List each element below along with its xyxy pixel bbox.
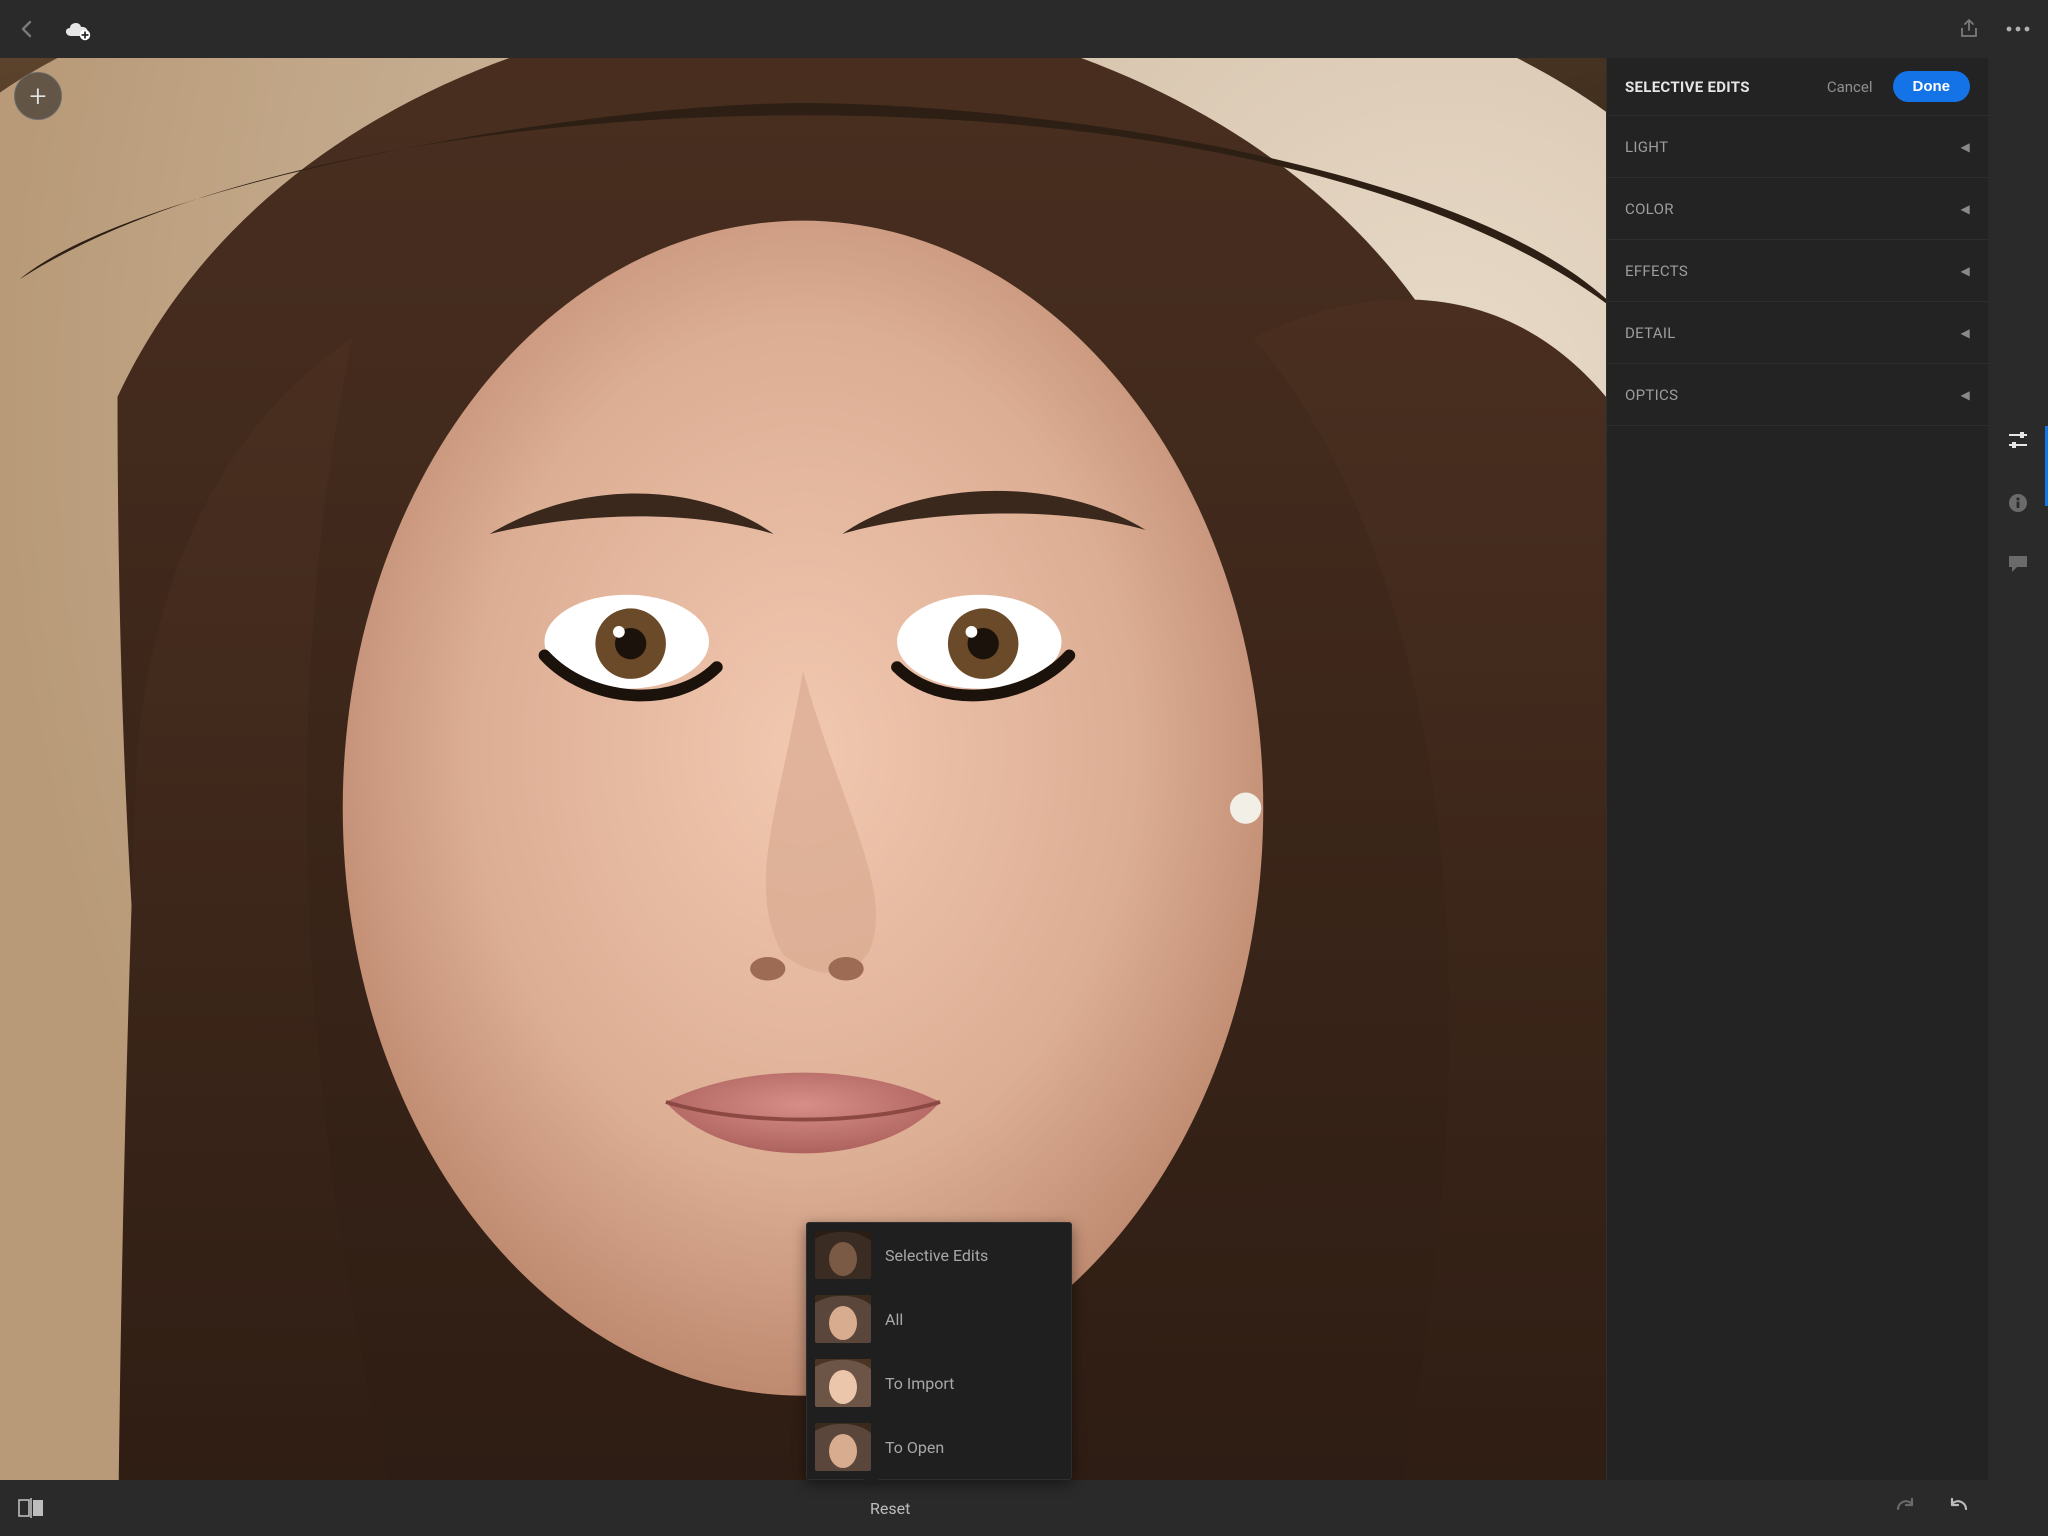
- cloud-add-icon[interactable]: [62, 18, 92, 40]
- section-label: DETAIL: [1625, 324, 1676, 342]
- section-label: OPTICS: [1625, 386, 1678, 404]
- chevron-left-icon: ◀: [1960, 264, 1970, 278]
- more-icon[interactable]: [2006, 26, 2030, 32]
- reset-option-label: To Open: [885, 1438, 944, 1457]
- panel-sections: LIGHT ◀ COLOR ◀ EFFECTS ◀ DETAIL ◀ OPTIC…: [1607, 116, 1988, 1480]
- right-rail: [1988, 58, 2048, 1480]
- section-detail[interactable]: DETAIL ◀: [1607, 302, 1988, 364]
- top-bar: [0, 0, 2048, 58]
- compare-before-after-icon[interactable]: [18, 1498, 44, 1518]
- top-bar-right: [1958, 18, 2030, 40]
- section-label: EFFECTS: [1625, 262, 1688, 280]
- cancel-button[interactable]: Cancel: [1827, 78, 1873, 96]
- reset-option-label: All: [885, 1310, 903, 1329]
- done-button[interactable]: Done: [1893, 71, 1971, 102]
- redo-icon[interactable]: [1894, 1497, 1918, 1519]
- edit-panel: SELECTIVE EDITS Cancel Done LIGHT ◀ COLO…: [1606, 58, 1988, 1480]
- app-root: + SELECTIVE EDITS Cancel Done LIGHT ◀ CO…: [0, 0, 2048, 1536]
- chevron-left-icon: ◀: [1960, 202, 1970, 216]
- bottom-bar: Selective Edits All To Import To Open: [0, 1480, 2048, 1536]
- image-canvas[interactable]: +: [0, 58, 1606, 1480]
- reset-option-selective-edits[interactable]: Selective Edits: [807, 1223, 1071, 1287]
- reset-thumb: [815, 1231, 871, 1279]
- section-optics[interactable]: OPTICS ◀: [1607, 364, 1988, 426]
- reset-menu: Selective Edits All To Import To Open: [806, 1222, 1072, 1480]
- reset-option-to-open[interactable]: To Open: [807, 1415, 1071, 1479]
- add-selection-button[interactable]: +: [14, 72, 62, 120]
- reset-thumb: [815, 1295, 871, 1343]
- section-label: COLOR: [1625, 200, 1674, 218]
- adjust-sliders-icon[interactable]: [2006, 428, 2030, 456]
- chevron-left-icon: ◀: [1960, 140, 1970, 154]
- reset-button[interactable]: Reset: [870, 1499, 910, 1518]
- section-effects[interactable]: EFFECTS ◀: [1607, 240, 1988, 302]
- reset-option-label: To Import: [885, 1374, 954, 1393]
- comments-icon[interactable]: [2007, 554, 2029, 578]
- panel-title: SELECTIVE EDITS: [1625, 78, 1750, 96]
- section-label: LIGHT: [1625, 138, 1668, 156]
- chevron-left-icon: ◀: [1960, 388, 1970, 402]
- reset-thumb: [815, 1359, 871, 1407]
- top-bar-left: [18, 18, 92, 40]
- panel-header: SELECTIVE EDITS Cancel Done: [1607, 58, 1988, 116]
- footer-right: [1894, 1497, 1970, 1519]
- undo-icon[interactable]: [1946, 1497, 1970, 1519]
- reset-option-label: Selective Edits: [885, 1246, 988, 1265]
- back-button[interactable]: [18, 20, 36, 38]
- plus-icon: +: [30, 79, 47, 114]
- section-color[interactable]: COLOR ◀: [1607, 178, 1988, 240]
- section-light[interactable]: LIGHT ◀: [1607, 116, 1988, 178]
- reset-thumb: [815, 1423, 871, 1471]
- info-icon[interactable]: [2007, 492, 2029, 518]
- footer-left: Reset: [18, 1498, 1894, 1518]
- reset-option-to-import[interactable]: To Import: [807, 1351, 1071, 1415]
- share-icon[interactable]: [1958, 18, 1980, 40]
- reset-option-all[interactable]: All: [807, 1287, 1071, 1351]
- chevron-left-icon: ◀: [1960, 326, 1970, 340]
